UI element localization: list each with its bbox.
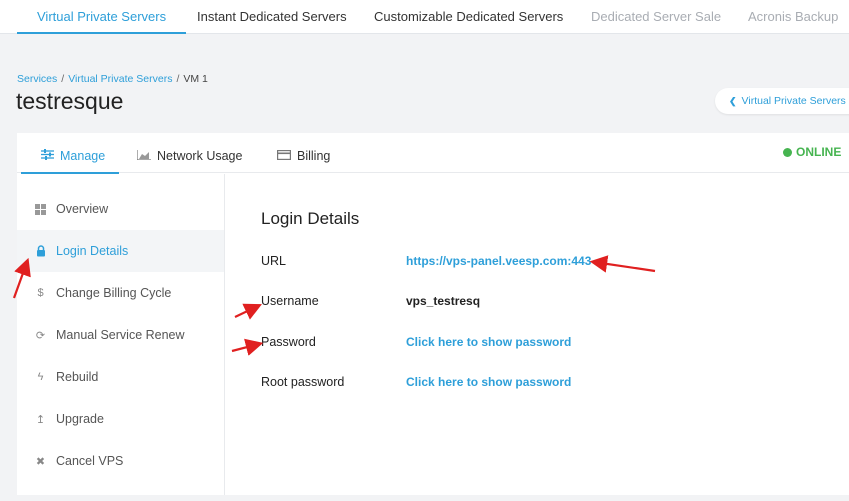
show-root-password-link[interactable]: Click here to show password (406, 375, 571, 389)
sidebar-item-label: Rebuild (56, 370, 99, 384)
sidebar-item-manual-service-renew[interactable]: ⟳ Manual Service Renew (17, 314, 224, 356)
status-label: ONLINE (796, 145, 842, 159)
grid-icon (34, 203, 47, 215)
top-nav: Virtual Private Servers Instant Dedicate… (0, 0, 849, 34)
arrow-up-icon: ↥ (35, 413, 46, 426)
password-label: Password (261, 335, 316, 349)
sidebar-item-rebuild[interactable]: ϟ Rebuild (17, 356, 224, 398)
show-password-link[interactable]: Click here to show password (406, 335, 571, 349)
top-tab-virtual-private-servers[interactable]: Virtual Private Servers (16, 0, 187, 34)
breadcrumb-separator: / (176, 73, 180, 85)
service-card: Manage Network Usage Billing ONLINE Over… (17, 133, 849, 495)
sidebar-item-label: Manual Service Renew (56, 328, 185, 342)
tab-billing[interactable]: Billing (277, 133, 330, 173)
sidebar-item-upgrade[interactable]: ↥ Upgrade (17, 398, 224, 440)
status-dot-icon (783, 147, 792, 157)
top-tab-instant-dedicated-servers[interactable]: Instant Dedicated Servers (197, 0, 347, 34)
sidebar-item-cancel-vps[interactable]: ✖ Cancel VPS (17, 440, 224, 482)
page-title: testresque (16, 88, 124, 114)
tab-manage[interactable]: Manage (20, 133, 120, 174)
sliders-icon (41, 133, 54, 179)
top-tab-acronis-backup[interactable]: Acronis Backup (748, 0, 838, 34)
service-tabbar: Manage Network Usage Billing ONLINE (17, 133, 849, 174)
sidebar-item-login-details[interactable]: Login Details (17, 230, 224, 272)
breadcrumb-current: VM 1 (183, 73, 208, 85)
tab-manage-label: Manage (60, 148, 106, 163)
back-button-label: Virtual Private Servers (741, 95, 846, 107)
tab-billing-label: Billing (297, 148, 331, 163)
top-tab-customizable-dedicated-servers[interactable]: Customizable Dedicated Servers (374, 0, 563, 34)
username-value: vps_testresq (406, 294, 481, 308)
sidebar: Overview Login Details $ Change Billing … (17, 174, 225, 495)
breadcrumb: Services / Virtual Private Servers / VM 1 (17, 73, 208, 85)
sidebar-item-label: Upgrade (56, 412, 104, 426)
refresh-icon: ⟳ (35, 329, 46, 342)
breadcrumb-services[interactable]: Services (17, 73, 57, 85)
breadcrumb-virtual-private-servers[interactable]: Virtual Private Servers (68, 73, 172, 85)
chevron-left-icon: ❮ (729, 96, 737, 106)
username-label: Username (261, 294, 319, 308)
back-to-vps-button[interactable]: ❮ Virtual Private Servers (715, 88, 849, 114)
url-label: URL (261, 254, 287, 268)
login-details-title: Login Details (261, 209, 360, 228)
status-badge: ONLINE (783, 145, 841, 159)
credit-card-icon (277, 133, 292, 179)
root-password-label: Root password (261, 375, 345, 389)
sidebar-item-label: Login Details (56, 244, 129, 258)
sidebar-item-label: Change Billing Cycle (56, 286, 172, 300)
top-tab-dedicated-server-sale[interactable]: Dedicated Server Sale (591, 0, 721, 34)
dollar-icon: $ (37, 287, 44, 299)
area-chart-icon (136, 133, 151, 179)
sidebar-item-label: Cancel VPS (56, 454, 124, 468)
sidebar-item-change-billing-cycle[interactable]: $ Change Billing Cycle (17, 272, 224, 314)
tab-network-usage-label: Network Usage (157, 148, 243, 163)
url-link[interactable]: https://vps-panel.veesp.com:443 (406, 254, 591, 268)
breadcrumb-separator: / (61, 73, 65, 85)
tab-network-usage[interactable]: Network Usage (136, 133, 242, 173)
lock-icon (34, 245, 47, 257)
sidebar-item-label: Overview (56, 202, 109, 216)
sidebar-item-overview[interactable]: Overview (17, 188, 224, 230)
bolt-icon: ϟ (37, 371, 44, 383)
close-icon: ✖ (35, 455, 46, 468)
